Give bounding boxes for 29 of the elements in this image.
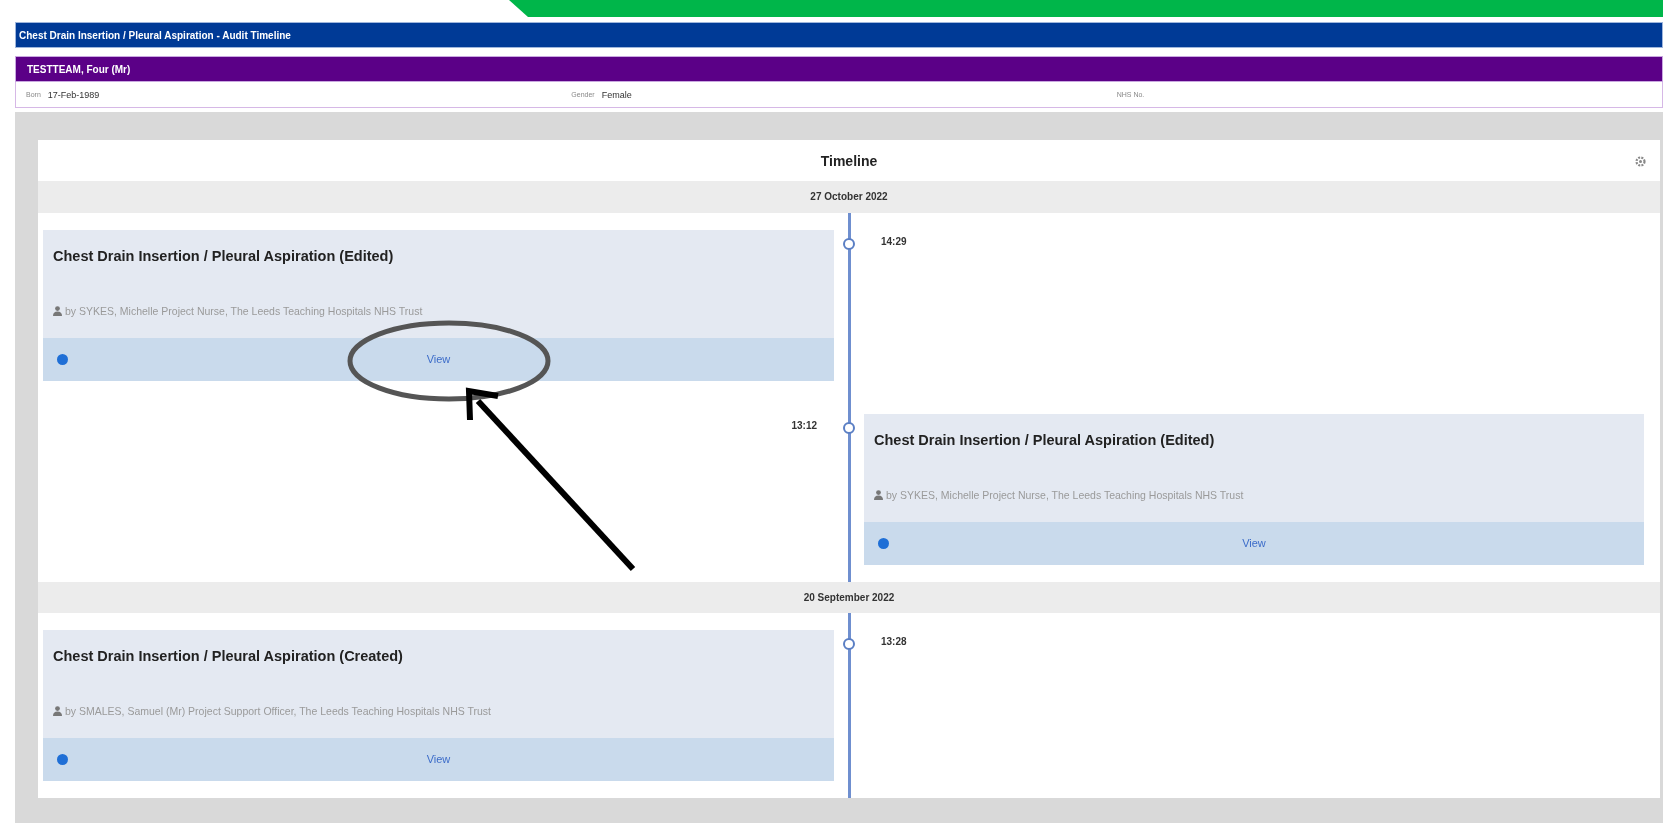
info-dot-icon [57,353,68,365]
user-icon [53,706,62,716]
settings-icon[interactable] [1635,156,1646,167]
user-icon [53,305,62,316]
event-author: by SMALES, Samuel (Mr) Project Support Officer, The Leeds Teaching Hospitals NHS Trust [65,705,492,717]
event-title: Chest Drain Insertion / Pleural Aspiration (Edited) [53,247,394,264]
view-link[interactable]: View [1242,537,1266,550]
user-icon [874,489,883,500]
info-dot-icon [878,537,889,549]
window-title: Chest Drain Insertion / Pleural Aspiration - Audit Timeline [19,29,291,41]
event-author: by SYKES, Michelle Project Nurse, The Leeds Teaching Hospitals NHS Trust [886,488,1244,501]
event-time: 13:12 [791,419,817,431]
event-title: Chest Drain Insertion / Pleural Aspiration (Edited) [874,431,1215,448]
event-time: 13:28 [881,636,907,647]
view-link[interactable]: View [426,753,451,766]
date-heading: 20 September 2022 [803,591,895,603]
patient-name: TESTTEAM, Four (Mr) [27,63,131,75]
event-time: 14:29 [881,235,907,247]
field-value: Female [601,89,632,100]
field-value: 17-Feb-1989 [47,89,100,100]
timeline-node-icon [843,237,855,250]
date-heading: 27 October 2022 [810,191,888,203]
event-author: by SYKES, Michelle Project Nurse, The Leeds Teaching Hospitals NHS Trust [65,304,423,317]
info-dot-icon [57,754,68,765]
view-link[interactable]: View [426,353,451,366]
timeline-node-icon [843,421,855,434]
timeline-node-icon [843,638,855,650]
timeline-title: Timeline [820,152,878,169]
event-title: Chest Drain Insertion / Pleural Aspiration (Created) [53,648,403,664]
